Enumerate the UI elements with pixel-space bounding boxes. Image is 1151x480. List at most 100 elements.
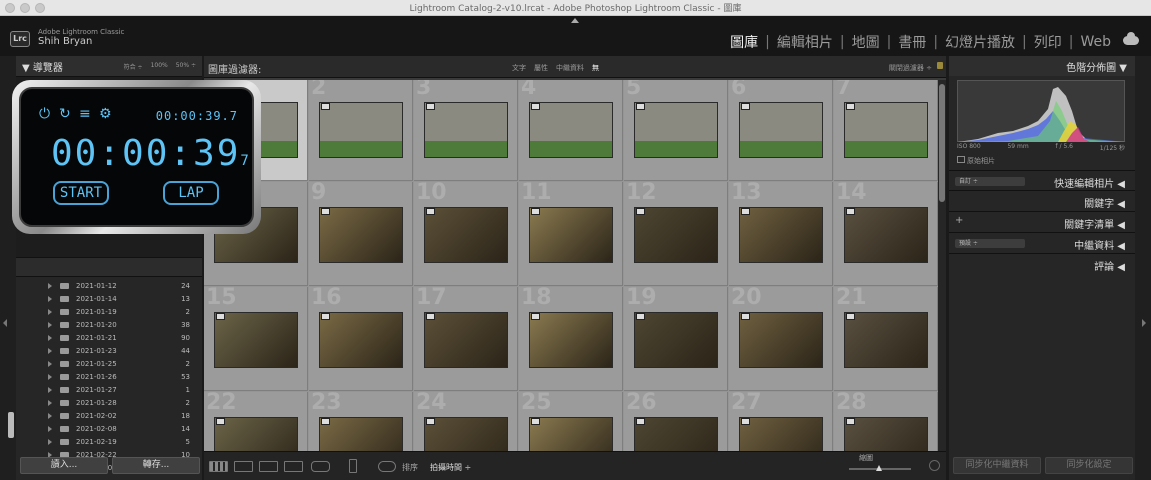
filter-attribute[interactable]: 屬性 <box>534 63 548 73</box>
thumbnail-cell[interactable]: 7 <box>834 80 938 181</box>
grid-view-icon[interactable] <box>209 461 228 472</box>
metadata-badge-icon[interactable] <box>846 313 855 320</box>
metadata-preset-select[interactable]: 預設 ÷ <box>955 239 1025 248</box>
toolbar-menu-icon[interactable] <box>929 460 940 471</box>
thumbnail-cell[interactable]: 5 <box>624 80 728 181</box>
folder-row[interactable]: 2021-01-19 2 <box>16 305 202 318</box>
thumbnail-cell[interactable]: 22 <box>204 390 308 451</box>
expand-arrow-icon[interactable] <box>48 399 52 406</box>
expand-arrow-icon[interactable] <box>48 412 52 419</box>
expand-arrow-icon[interactable] <box>48 425 52 432</box>
thumbnail-cell[interactable]: 3 <box>414 80 518 181</box>
loupe-view-icon[interactable] <box>234 461 253 472</box>
expand-arrow-icon[interactable] <box>48 282 52 289</box>
thumbnail-cell[interactable]: 26 <box>624 390 728 451</box>
metadata-section[interactable]: 預設 ÷ 中繼資料 ◀ <box>949 232 1135 252</box>
keywording-section[interactable]: 關鍵字 ◀ <box>949 190 1135 210</box>
expand-arrow-icon[interactable] <box>48 295 52 302</box>
module-develop[interactable]: 編輯相片 <box>777 32 833 52</box>
metadata-badge-icon[interactable] <box>321 418 330 425</box>
quick-develop-section[interactable]: 自訂 ÷ 快速編輯相片 ◀ <box>949 170 1135 190</box>
settings-icon[interactable]: ⚙ <box>99 106 112 122</box>
module-print[interactable]: 列印 <box>1034 32 1062 52</box>
photo-thumbnail[interactable] <box>529 102 613 158</box>
expand-arrow-icon[interactable] <box>48 360 52 367</box>
navigator-header[interactable]: ▼ 導覽器 符合 ÷ 100% 50% ÷ <box>16 56 202 77</box>
expand-arrow-icon[interactable] <box>48 373 52 380</box>
histogram-header[interactable]: 色階分佈圖 ▼ <box>949 56 1135 76</box>
metadata-badge-icon[interactable] <box>741 103 750 110</box>
add-keyword-icon[interactable]: + <box>955 215 963 226</box>
thumbnail-cell[interactable]: 17 <box>414 285 518 391</box>
folder-row[interactable]: 2021-01-23 44 <box>16 344 202 357</box>
survey-view-icon[interactable] <box>284 461 303 472</box>
photo-thumbnail[interactable] <box>844 417 928 451</box>
photo-thumbnail[interactable] <box>634 207 718 263</box>
metadata-badge-icon[interactable] <box>426 103 435 110</box>
folder-row[interactable]: 2021-01-25 2 <box>16 357 202 370</box>
thumbnail-cell[interactable]: 21 <box>834 285 938 391</box>
module-slideshow[interactable]: 幻燈片播放 <box>945 32 1015 52</box>
photo-thumbnail[interactable] <box>319 207 403 263</box>
close-filter-dropdown[interactable]: 關閉過濾器 ÷ <box>889 63 932 73</box>
photo-thumbnail[interactable] <box>424 102 508 158</box>
metadata-badge-icon[interactable] <box>741 208 750 215</box>
grid-scrollbar[interactable] <box>938 80 946 451</box>
photo-thumbnail[interactable] <box>319 102 403 158</box>
thumbnail-size-slider[interactable] <box>849 465 911 471</box>
thumbnail-slider-knob[interactable] <box>876 465 882 471</box>
zoom-50-option[interactable]: 50% ÷ <box>176 62 196 71</box>
metadata-badge-icon[interactable] <box>321 313 330 320</box>
photo-thumbnail[interactable] <box>739 102 823 158</box>
left-panel-toggle-icon[interactable] <box>3 319 7 327</box>
cloud-sync-icon[interactable] <box>1123 32 1139 45</box>
metadata-badge-icon[interactable] <box>426 313 435 320</box>
thumbnail-cell[interactable]: 14 <box>834 180 938 286</box>
expand-arrow-icon[interactable] <box>48 347 52 354</box>
sort-select[interactable]: 拍攝時間 ÷ <box>430 462 471 473</box>
metadata-badge-icon[interactable] <box>426 208 435 215</box>
folder-row[interactable]: 2021-01-20 38 <box>16 318 202 331</box>
folder-row[interactable]: 2021-01-21 90 <box>16 331 202 344</box>
thumbnail-cell[interactable]: 18 <box>519 285 623 391</box>
thumbnail-cell[interactable]: 24 <box>414 390 518 451</box>
quick-develop-preset-select[interactable]: 自訂 ÷ <box>955 177 1025 186</box>
top-panel-toggle-icon[interactable] <box>571 18 579 23</box>
sort-direction-icon[interactable] <box>378 461 396 472</box>
filter-metadata[interactable]: 中繼資料 <box>556 63 584 73</box>
metadata-badge-icon[interactable] <box>321 103 330 110</box>
photo-thumbnail[interactable] <box>214 312 298 368</box>
thumbnail-cell[interactable]: 16 <box>309 285 413 391</box>
thumbnail-cell[interactable]: 28 <box>834 390 938 451</box>
photo-thumbnail[interactable] <box>634 417 718 451</box>
thumbnail-cell[interactable]: 20 <box>729 285 833 391</box>
thumbnail-cell[interactable]: 6 <box>729 80 833 181</box>
photo-thumbnail[interactable] <box>529 312 613 368</box>
filter-none[interactable]: 無 <box>592 63 599 73</box>
keyword-list-section[interactable]: + 關鍵字清單 ◀ <box>949 211 1135 231</box>
export-button[interactable]: 轉存... <box>112 457 200 474</box>
photo-thumbnail[interactable] <box>739 207 823 263</box>
import-button[interactable]: 讀入... <box>20 457 108 474</box>
thumbnail-cell[interactable]: 25 <box>519 390 623 451</box>
metadata-badge-icon[interactable] <box>531 418 540 425</box>
reset-icon[interactable]: ↻ <box>59 106 71 122</box>
metadata-badge-icon[interactable] <box>531 208 540 215</box>
photo-thumbnail[interactable] <box>424 312 508 368</box>
lock-icon[interactable] <box>937 62 943 69</box>
thumbnail-cell[interactable]: 13 <box>729 180 833 286</box>
original-photo-checkbox[interactable]: 原始相片 <box>957 156 995 166</box>
folder-row[interactable]: 2021-02-08 14 <box>16 422 202 435</box>
compare-view-icon[interactable] <box>259 461 278 472</box>
thumbnail-cell[interactable]: 12 <box>624 180 728 286</box>
photo-thumbnail[interactable] <box>844 102 928 158</box>
photo-thumbnail[interactable] <box>739 417 823 451</box>
metadata-badge-icon[interactable] <box>426 418 435 425</box>
photo-thumbnail[interactable] <box>424 207 508 263</box>
metadata-badge-icon[interactable] <box>216 418 225 425</box>
comments-section[interactable]: 評論 ◀ <box>949 253 1135 273</box>
metadata-badge-icon[interactable] <box>846 103 855 110</box>
lap-button[interactable]: LAP <box>163 181 219 205</box>
spray-can-icon[interactable] <box>349 459 357 473</box>
metadata-badge-icon[interactable] <box>636 418 645 425</box>
